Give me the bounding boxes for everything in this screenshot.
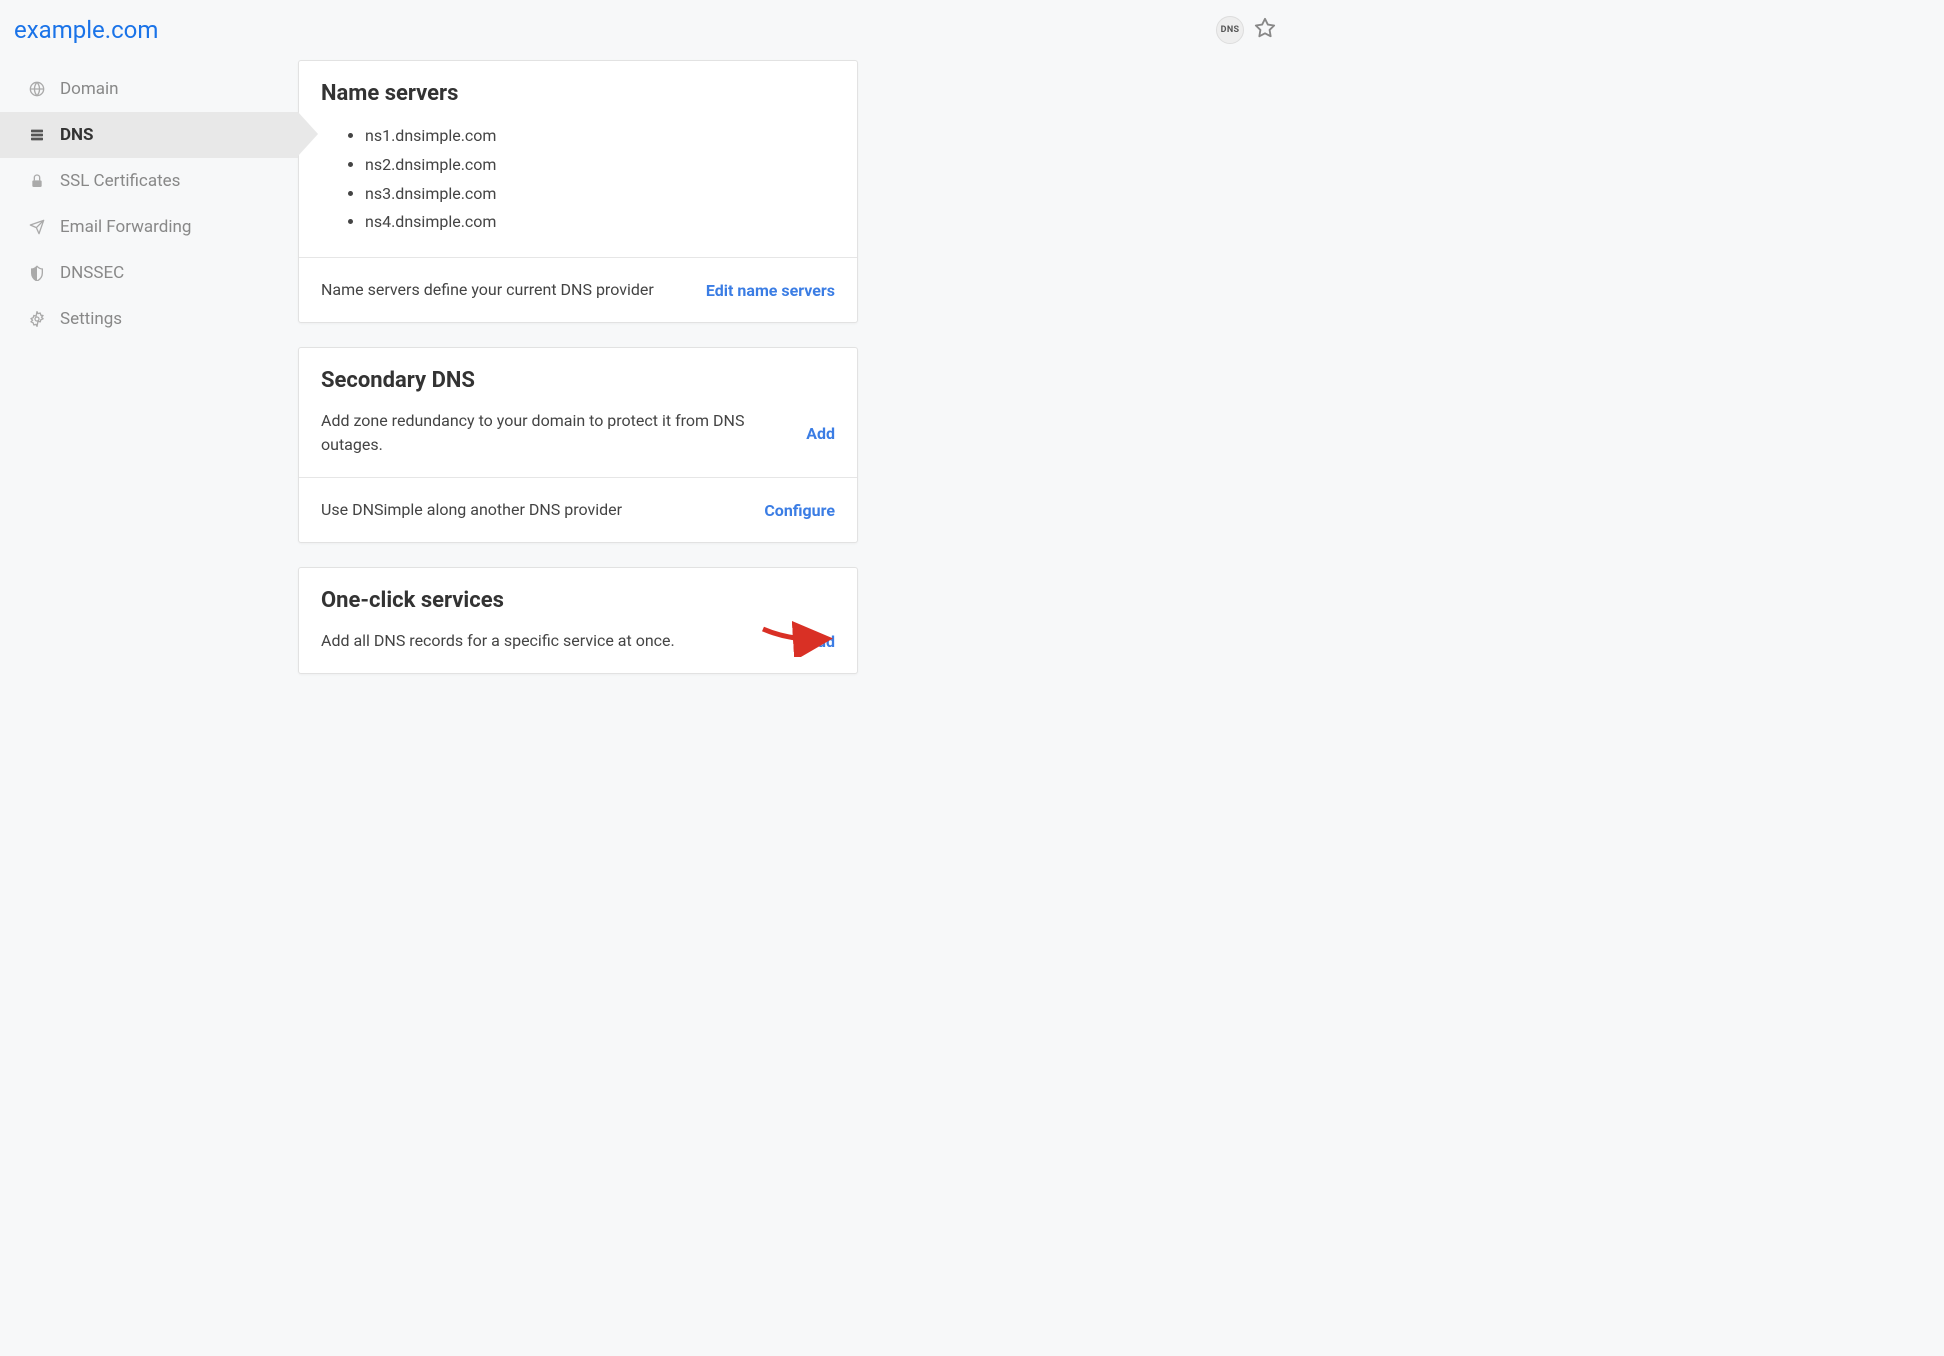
card-body: Name servers ns1.dnsimple.com ns2.dnsimp… [299, 61, 857, 257]
card-footer-text: Name servers define your current DNS pro… [321, 278, 654, 302]
dns-icon [28, 127, 46, 143]
card-body: Secondary DNS Add zone redundancy to you… [299, 348, 857, 477]
sidebar: Domain DNS SSL Certificates Email Forwar… [0, 60, 298, 698]
card-secondary-dns: Secondary DNS Add zone redundancy to you… [298, 347, 858, 543]
card-footer: Name servers define your current DNS pro… [299, 257, 857, 322]
paper-plane-icon [28, 219, 46, 235]
main-content: Name servers ns1.dnsimple.com ns2.dnsimp… [298, 60, 860, 698]
card-name-servers: Name servers ns1.dnsimple.com ns2.dnsimp… [298, 60, 858, 323]
name-server-item: ns1.dnsimple.com [365, 122, 835, 151]
one-click-add-link[interactable]: Add [806, 632, 835, 651]
edit-name-servers-link[interactable]: Edit name servers [706, 281, 835, 300]
sidebar-item-label: Domain [60, 79, 119, 99]
card-one-click-services: One-click services Add all DNS records f… [298, 567, 858, 674]
header-actions: DNS [1216, 16, 1276, 44]
sidebar-item-label: SSL Certificates [60, 171, 180, 191]
sidebar-item-ssl[interactable]: SSL Certificates [0, 158, 298, 204]
page-header: example.com DNS [0, 0, 1296, 60]
sidebar-item-email-forwarding[interactable]: Email Forwarding [0, 204, 298, 250]
card-body-text: Add all DNS records for a specific servi… [321, 629, 675, 653]
domain-title[interactable]: example.com [14, 16, 158, 44]
card-body: One-click services Add all DNS records f… [299, 568, 857, 673]
star-icon[interactable] [1254, 17, 1276, 43]
card-footer-text: Use DNSimple along another DNS provider [321, 498, 622, 522]
card-footer: Use DNSimple along another DNS provider … [299, 477, 857, 542]
sidebar-item-dnssec[interactable]: DNSSEC [0, 250, 298, 296]
gear-icon [28, 311, 46, 327]
card-title: Name servers [321, 81, 835, 106]
name-server-item: ns4.dnsimple.com [365, 208, 835, 237]
sidebar-item-label: Settings [60, 309, 122, 329]
name-server-list: ns1.dnsimple.com ns2.dnsimple.com ns3.dn… [321, 122, 835, 237]
globe-icon [28, 81, 46, 97]
secondary-dns-configure-link[interactable]: Configure [764, 501, 835, 520]
card-body-row: Add zone redundancy to your domain to pr… [321, 409, 835, 457]
sidebar-item-domain[interactable]: Domain [0, 66, 298, 112]
sidebar-item-settings[interactable]: Settings [0, 296, 298, 342]
sidebar-item-dns[interactable]: DNS [0, 112, 298, 158]
card-body-row: Add all DNS records for a specific servi… [321, 629, 835, 653]
shield-icon [28, 265, 46, 281]
card-title: Secondary DNS [321, 368, 835, 393]
sidebar-item-label: DNS [60, 125, 94, 145]
secondary-dns-add-link[interactable]: Add [806, 424, 835, 443]
dns-badge[interactable]: DNS [1216, 16, 1244, 44]
name-server-item: ns3.dnsimple.com [365, 180, 835, 209]
main-container: Domain DNS SSL Certificates Email Forwar… [0, 60, 1296, 698]
lock-icon [28, 173, 46, 189]
name-server-item: ns2.dnsimple.com [365, 151, 835, 180]
sidebar-item-label: Email Forwarding [60, 217, 191, 237]
sidebar-item-label: DNSSEC [60, 263, 124, 283]
card-body-text: Add zone redundancy to your domain to pr… [321, 409, 786, 457]
card-title: One-click services [321, 588, 835, 613]
